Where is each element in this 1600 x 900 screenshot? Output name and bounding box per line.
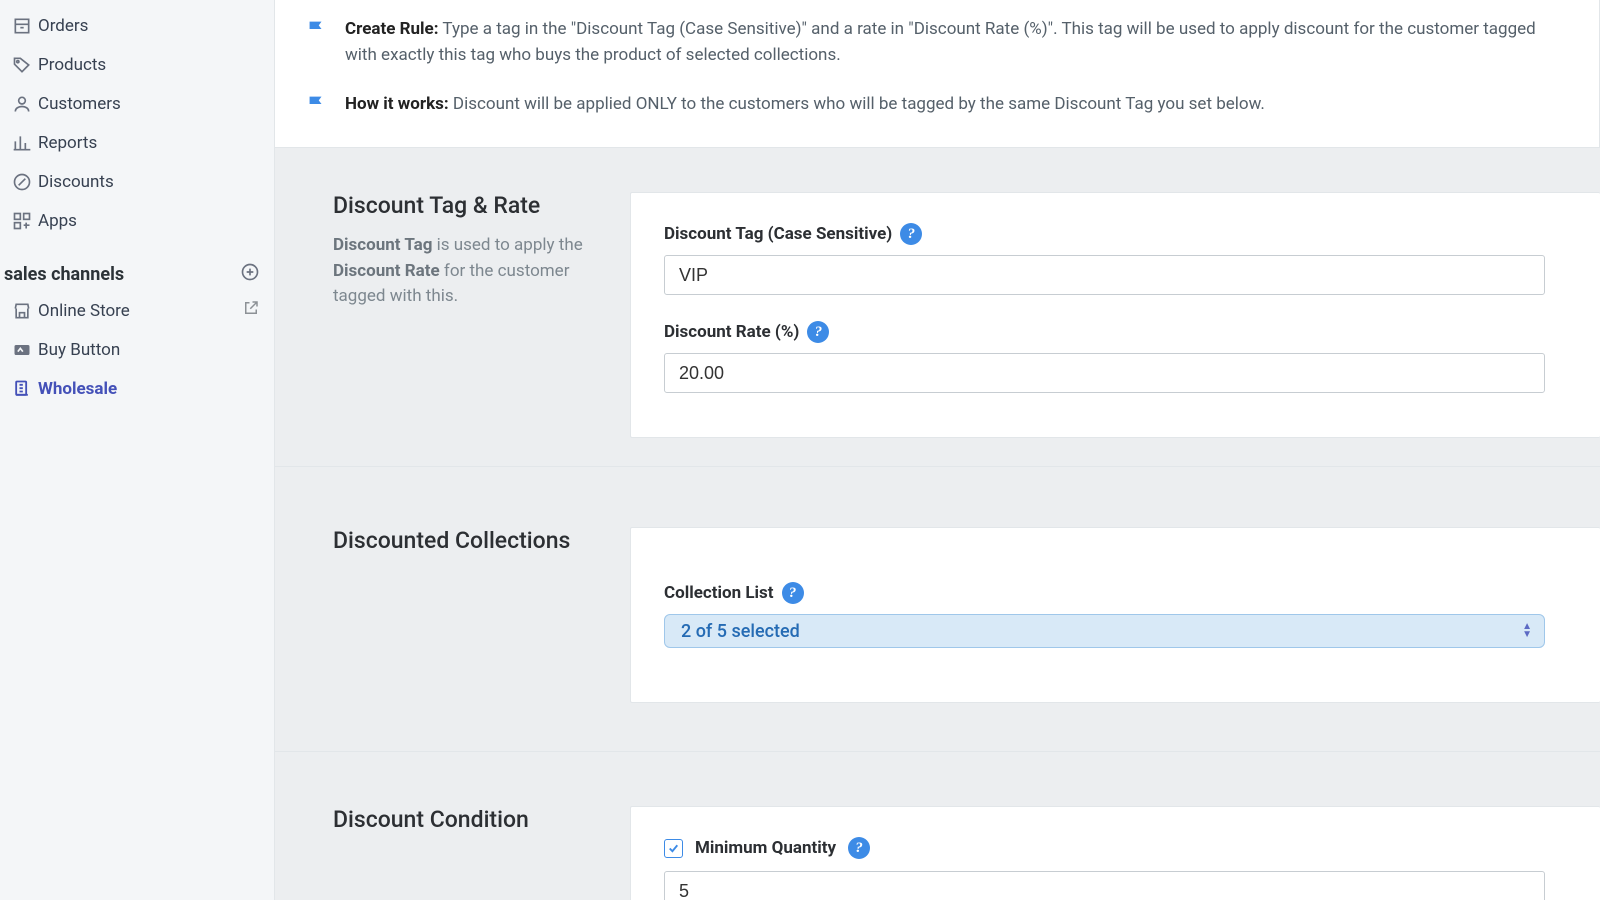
discounts-icon <box>6 172 38 192</box>
info-banner: Create Rule: Type a tag in the "Discount… <box>275 0 1600 148</box>
apps-icon <box>6 211 38 231</box>
add-channel-button[interactable] <box>240 262 260 287</box>
condition-card: Minimum Quantity ? Minimum Price (based … <box>630 806 1600 900</box>
tag-rate-card: Discount Tag (Case Sensitive) ? Discount… <box>630 192 1600 438</box>
channel-wholesale[interactable]: Wholesale <box>0 369 274 408</box>
sidebar-item-label: Products <box>38 55 106 75</box>
section-title: Discounted Collections <box>333 527 606 554</box>
sidebar-item-apps[interactable]: Apps <box>0 201 274 240</box>
select-sort-icon: ▲▼ <box>1522 623 1532 639</box>
help-icon[interactable]: ? <box>807 321 829 343</box>
section-title: Discount Tag & Rate <box>333 192 606 219</box>
min-qty-checkbox[interactable] <box>664 839 683 858</box>
buy-button-icon <box>6 340 38 360</box>
store-icon <box>6 301 38 321</box>
section-condition: Discount Condition Minimum Quantity ? <box>275 752 1600 900</box>
sales-channels-header: sales channels <box>0 240 274 291</box>
section-title: Discount Condition <box>333 806 606 833</box>
sidebar-item-customers[interactable]: Customers <box>0 84 274 123</box>
help-icon[interactable]: ? <box>848 837 870 859</box>
sidebar-item-label: Orders <box>38 16 88 36</box>
wholesale-icon <box>6 379 38 399</box>
section-tag-rate: Discount Tag & Rate Discount Tag is used… <box>275 148 1600 467</box>
collection-list-label: Collection List ? <box>664 582 1545 604</box>
collections-card: Collection List ? 2 of 5 selected ▲▼ <box>630 527 1600 703</box>
channel-label: Buy Button <box>38 340 120 360</box>
min-qty-input[interactable] <box>664 871 1545 900</box>
orders-icon <box>6 16 38 36</box>
reports-icon <box>6 133 38 153</box>
how-it-works-text: How it works: Discount will be applied O… <box>345 91 1265 123</box>
collection-select-value: 2 of 5 selected <box>681 621 800 642</box>
channel-online-store[interactable]: Online Store <box>0 291 274 330</box>
sidebar-item-label: Reports <box>38 133 97 153</box>
products-icon <box>6 55 38 75</box>
flag-icon <box>305 93 327 123</box>
create-rule-note: Create Rule: Type a tag in the "Discount… <box>305 16 1569 69</box>
collection-list-select[interactable]: 2 of 5 selected ▲▼ <box>664 614 1545 648</box>
sidebar-item-label: Apps <box>38 211 77 231</box>
main-content: Create Rule: Type a tag in the "Discount… <box>275 0 1600 900</box>
channel-label: Online Store <box>38 301 130 321</box>
min-qty-label: Minimum Quantity <box>695 838 836 858</box>
help-icon[interactable]: ? <box>900 223 922 245</box>
sidebar-item-products[interactable]: Products <box>0 45 274 84</box>
sidebar-item-reports[interactable]: Reports <box>0 123 274 162</box>
sidebar-item-label: Discounts <box>38 172 114 192</box>
section-desc: Discount Tag is used to apply the Discou… <box>333 233 606 310</box>
discount-rate-label: Discount Rate (%) ? <box>664 321 1545 343</box>
channel-label: Wholesale <box>38 379 117 399</box>
section-collections: Discounted Collections Collection List ?… <box>275 467 1600 752</box>
discount-tag-input[interactable] <box>664 255 1545 295</box>
channel-buy-button[interactable]: Buy Button <box>0 330 274 369</box>
help-icon[interactable]: ? <box>782 582 804 604</box>
flag-icon <box>305 18 327 69</box>
sidebar: Orders Products Customers Reports Discou… <box>0 0 275 900</box>
sales-channels-label: sales channels <box>4 264 124 285</box>
sidebar-item-orders[interactable]: Orders <box>0 6 274 45</box>
external-link-icon[interactable] <box>242 299 260 322</box>
create-rule-text: Create Rule: Type a tag in the "Discount… <box>345 16 1569 69</box>
sidebar-item-label: Customers <box>38 94 121 114</box>
discount-rate-input[interactable] <box>664 353 1545 393</box>
discount-tag-label: Discount Tag (Case Sensitive) ? <box>664 223 1545 245</box>
how-it-works-note: How it works: Discount will be applied O… <box>305 91 1569 123</box>
sidebar-item-discounts[interactable]: Discounts <box>0 162 274 201</box>
customers-icon <box>6 94 38 114</box>
